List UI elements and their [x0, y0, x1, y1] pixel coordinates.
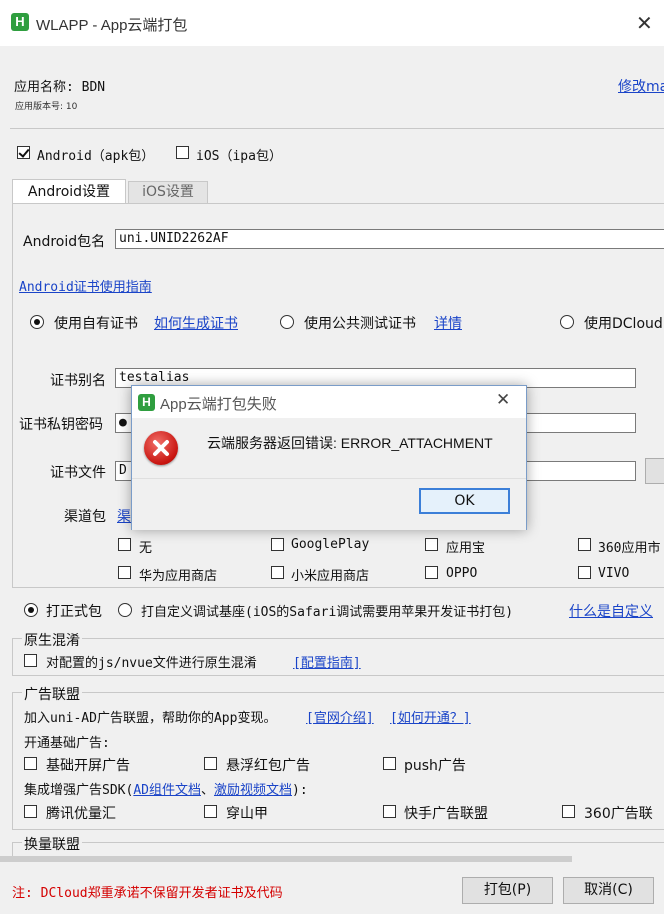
dialog-title: App云端打包失败: [160, 396, 277, 413]
android-checkbox-label: Android（apk包）: [37, 149, 155, 164]
release-build-radio[interactable]: [24, 603, 38, 617]
sdk-pangle-label: 穿山甲: [226, 806, 268, 822]
error-dialog: H App云端打包失败 ✕ 云端服务器返回错误: ERROR_ATTACHMEN…: [131, 385, 527, 530]
ads-sdk-line: 集成增强广告SDK(AD组件文档、激励视频文档):: [24, 783, 308, 798]
cert-own-label: 使用自有证书: [54, 316, 138, 332]
ad-redpacket-checkbox[interactable]: [204, 757, 217, 770]
footer-note: 注: DCloud郑重承诺不保留开发者证书及代码: [12, 886, 283, 901]
android-checkbox[interactable]: [17, 146, 30, 159]
ios-checkbox-label: iOS（ipa包）: [196, 149, 282, 164]
cert-public-test-label: 使用公共测试证书: [304, 316, 416, 332]
ads-title: 广告联盟: [22, 684, 82, 704]
sdk-360-checkbox[interactable]: [562, 805, 575, 818]
channel-label-huawei: 华为应用商店: [139, 569, 218, 584]
ad-redpacket-label: 悬浮红包广告: [226, 758, 310, 774]
channel-label-none: 无: [139, 541, 153, 556]
channel-checkbox-none[interactable]: [118, 538, 131, 551]
ads-how-to-enable-link[interactable]: [如何开通？]: [390, 707, 471, 726]
channel-checkbox-huawei[interactable]: [118, 566, 131, 579]
android-cert-guide-link[interactable]: Android证书使用指南: [19, 276, 152, 295]
ads-intro: 加入uni-AD广告联盟，帮助你的App变现。: [24, 711, 277, 726]
cert-file-label: 证书文件: [50, 465, 106, 481]
cert-public-details-link[interactable]: 详情: [434, 313, 462, 333]
sdk-pangle-checkbox[interactable]: [204, 805, 217, 818]
tab-ios-settings[interactable]: iOS设置: [128, 181, 208, 203]
horizontal-scrollbar[interactable]: [0, 856, 572, 862]
dialog-close-icon[interactable]: ✕: [496, 390, 510, 410]
title-bar: H WLAPP - App云端打包 ✕: [0, 0, 664, 46]
debug-build-radio[interactable]: [118, 603, 132, 617]
sdk-tencent-checkbox[interactable]: [24, 805, 37, 818]
sdk-kuaishou-checkbox[interactable]: [383, 805, 396, 818]
browse-cert-button[interactable]: [645, 458, 664, 484]
window-close-icon[interactable]: ✕: [636, 11, 653, 35]
cancel-button[interactable]: 取消(C): [563, 877, 654, 904]
dialog-title-bar: H App云端打包失败 ✕: [132, 386, 526, 418]
channel-label-vivo: VIVO: [598, 566, 630, 581]
app-name: 应用名称: BDN: [14, 80, 106, 95]
channel-label: 渠道包: [64, 509, 106, 525]
channel-checkbox-oppo[interactable]: [425, 566, 438, 579]
tab-android-settings[interactable]: Android设置: [12, 179, 126, 204]
error-icon: [144, 431, 178, 465]
obfuscate-checkbox-label: 对配置的js/nvue文件进行原生混淆: [46, 656, 257, 671]
channel-label-oppo: OPPO: [446, 566, 478, 581]
channel-checkbox-vivo[interactable]: [578, 566, 591, 579]
ads-official-intro-link[interactable]: [官网介绍]: [306, 707, 374, 726]
sdk-kuaishou-label: 快手广告联盟: [404, 806, 488, 822]
channel-label-xiaomi: 小米应用商店: [291, 569, 370, 584]
channel-label-yingyongbao: 应用宝: [446, 541, 486, 556]
how-to-generate-cert-link[interactable]: 如何生成证书: [154, 313, 238, 333]
package-name-input[interactable]: uni.UNID2262AF: [115, 229, 664, 249]
obfuscate-checkbox[interactable]: [24, 654, 37, 667]
channel-checkbox-360[interactable]: [578, 538, 591, 551]
exchange-title: 换量联盟: [22, 834, 82, 854]
pack-button[interactable]: 打包(P): [462, 877, 553, 904]
channel-checkbox-yingyongbao[interactable]: [425, 538, 438, 551]
what-is-custom-link[interactable]: 什么是自定义: [569, 601, 653, 621]
channel-label-googleplay: GooglePlay: [291, 537, 370, 552]
cert-public-test-radio[interactable]: [280, 315, 294, 329]
hbuilder-logo-icon: H: [11, 13, 29, 31]
obfuscate-guide-link[interactable]: [配置指南]: [293, 652, 361, 671]
channel-checkbox-googleplay[interactable]: [271, 538, 284, 551]
ad-splash-checkbox[interactable]: [24, 757, 37, 770]
dialog-message: 云端服务器返回错误: ERROR_ATTACHMENT: [207, 435, 493, 451]
cert-dcloud-radio[interactable]: [560, 315, 574, 329]
channel-checkbox-xiaomi[interactable]: [271, 566, 284, 579]
modify-manifest-link[interactable]: 修改ma: [618, 76, 664, 96]
ad-splash-label: 基础开屏广告: [46, 758, 130, 774]
cert-alias-label: 证书别名: [50, 373, 106, 389]
cert-own-radio[interactable]: [30, 315, 44, 329]
debug-build-label: 打自定义调试基座(iOS的Safari调试需要用苹果开发证书打包): [141, 605, 514, 620]
ads-basic-title: 开通基础广告:: [24, 736, 110, 751]
sdk-360-label: 360广告联: [584, 806, 653, 822]
app-version: 应用版本号: 10: [15, 102, 78, 112]
channel-link[interactable]: 渠: [117, 506, 131, 526]
ad-component-doc-link[interactable]: AD组件文档: [133, 783, 201, 798]
channel-label-360: 360应用市: [598, 541, 661, 556]
obfuscate-title: 原生混淆: [22, 630, 82, 650]
cert-dcloud-label: 使用DCloud: [584, 316, 663, 332]
release-build-label: 打正式包: [46, 604, 102, 620]
ad-push-checkbox[interactable]: [383, 757, 396, 770]
divider: [10, 128, 664, 129]
window-title: WLAPP - App云端打包: [36, 17, 188, 34]
ios-checkbox[interactable]: [176, 146, 189, 159]
dialog-ok-button[interactable]: OK: [419, 488, 510, 514]
dialog-logo-icon: H: [138, 394, 155, 411]
cert-password-label: 证书私钥密码: [19, 417, 103, 433]
ad-push-label: push广告: [404, 758, 466, 774]
package-name-label: Android包名: [23, 234, 106, 250]
sdk-tencent-label: 腾讯优量汇: [46, 806, 116, 822]
reward-video-doc-link[interactable]: 激励视频文档: [214, 783, 292, 798]
